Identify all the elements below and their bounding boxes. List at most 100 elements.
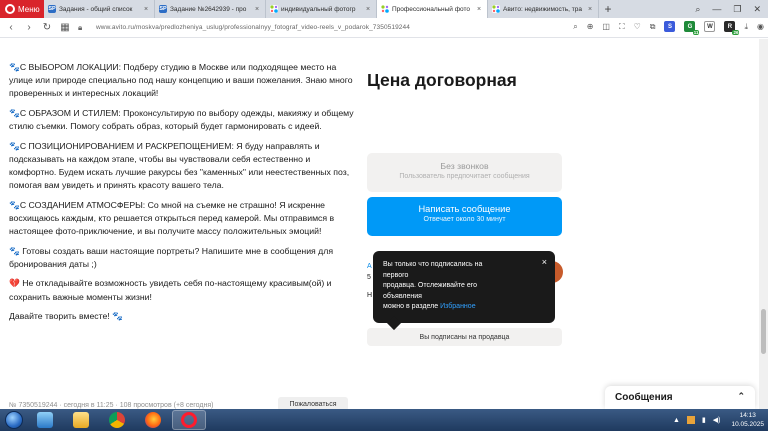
- new-tab-button[interactable]: +: [599, 0, 617, 18]
- description-paragraph: Давайте творить вместе! 🐾: [9, 311, 123, 322]
- camera-icon[interactable]: ◫: [602, 22, 610, 31]
- avito-icon: [492, 5, 500, 13]
- minimize-icon[interactable]: —: [712, 4, 721, 14]
- opera-icon: [181, 412, 197, 428]
- reload-icon[interactable]: ↻: [40, 22, 54, 33]
- taskbar-chrome[interactable]: [100, 410, 134, 430]
- zoom-icon[interactable]: ⊕: [587, 22, 594, 31]
- windows-taskbar: ▲ ▮ ◀) 14:13 10.05.2025: [0, 409, 768, 431]
- system-tray: ▲ ▮ ◀) 14:13 10.05.2025: [673, 409, 764, 431]
- heart-icon[interactable]: ♡: [634, 22, 641, 31]
- speed-dial-icon[interactable]: ▦: [58, 22, 72, 33]
- description-paragraph: 🐾С ВЫБОРОМ ЛОКАЦИИ: Подберу студию в Мос…: [9, 62, 353, 99]
- window-controls: ⌕ — ❐ ✕: [695, 0, 768, 18]
- tab-avito-home[interactable]: Авито: недвижимость, тра ×: [488, 0, 599, 18]
- tab-title: Авито: недвижимость, тра: [503, 5, 582, 13]
- messages-title: Сообщения: [615, 392, 673, 403]
- close-icon[interactable]: ×: [542, 257, 547, 268]
- sp-favicon-icon: SP: [48, 5, 56, 13]
- tab-close-icon[interactable]: ×: [144, 6, 150, 13]
- tooltip-text: можно в разделе: [383, 303, 441, 310]
- taskbar-folder[interactable]: [64, 410, 98, 430]
- description-paragraph: 🐾 Готовы создать ваши настоящие портреты…: [9, 245, 334, 269]
- wordstat-icon[interactable]: W: [704, 21, 716, 32]
- messages-panel[interactable]: Сообщения ⌃: [605, 386, 755, 409]
- download-icon[interactable]: ⤓: [744, 22, 748, 32]
- tooltip-line: продавца. Отслеживайте его: [383, 282, 478, 289]
- tab-close-icon[interactable]: ×: [477, 6, 483, 13]
- clock-time: 14:13: [739, 412, 756, 419]
- tab-tasks-list[interactable]: SP Задания - общий список ×: [44, 0, 155, 18]
- search-page-icon[interactable]: ⌕: [573, 22, 577, 32]
- page-content: 🐾С ВЫБОРОМ ЛОКАЦИИ: Подберу студию в Мос…: [0, 39, 768, 409]
- maximize-icon[interactable]: ❐: [733, 4, 741, 15]
- address-bar: ‹ › ↻ ▦ 🔒︎ www.avito.ru/moskva/predlozhe…: [0, 18, 768, 38]
- extension-badge: 11: [692, 30, 700, 35]
- tooltip-line: объявления: [383, 292, 422, 300]
- extension-badge-icon[interactable]: R 26: [724, 21, 740, 35]
- lock-icon[interactable]: 🔒︎: [78, 23, 88, 33]
- opera-logo-icon: [5, 4, 15, 14]
- write-message-title: Написать сообщение: [418, 204, 511, 214]
- tab-title: Профессиональный фото: [392, 5, 471, 13]
- avito-icon: [381, 5, 389, 13]
- taskbar-explorer[interactable]: [28, 410, 62, 430]
- opera-menu-button[interactable]: Меню: [0, 0, 44, 18]
- back-icon[interactable]: ‹: [4, 22, 18, 33]
- snapshot-icon[interactable]: ⧉: [650, 22, 656, 32]
- start-button[interactable]: [0, 409, 28, 431]
- favorites-link[interactable]: Избранное: [440, 303, 475, 310]
- windows-start-icon: [5, 411, 23, 429]
- taskbar-opera[interactable]: [172, 410, 206, 430]
- firefox-icon: [145, 412, 161, 428]
- chrome-icon: [109, 412, 125, 428]
- close-window-icon[interactable]: ✕: [753, 4, 761, 15]
- write-message-button[interactable]: Написать сообщение Отвечает около 30 мин…: [367, 197, 562, 236]
- page-scrollbar[interactable]: [759, 39, 768, 409]
- tab-close-icon[interactable]: ×: [366, 6, 372, 13]
- seller-name-peek[interactable]: А: [367, 263, 372, 270]
- tab-title: Задание №2642939 - про: [170, 5, 247, 13]
- volume-icon[interactable]: ◀): [713, 416, 721, 424]
- tab-avito-individual[interactable]: индивидуальный фотогр ×: [266, 0, 377, 18]
- price-label: Цена договорная: [367, 70, 517, 90]
- chevron-up-icon[interactable]: ⌃: [737, 391, 745, 402]
- description-paragraph: 🐾С ПОЗИЦИОНИРОВАНИЕМ И РАСКРЕПОЩЕНИЕМ: Я…: [9, 140, 350, 191]
- profile-icon[interactable]: ◉: [757, 22, 764, 31]
- scrollbar-thumb[interactable]: [761, 309, 766, 354]
- complain-button[interactable]: Пожаловаться: [278, 397, 348, 409]
- tooltip-line: первого: [383, 271, 409, 279]
- subscribed-button[interactable]: Вы подписаны на продавца: [367, 328, 562, 346]
- description-paragraph: 🐾С ОБРАЗОМ И СТИЛЕМ: Проконсультирую по …: [9, 107, 354, 132]
- listing-description: 🐾С ВЫБОРОМ ЛОКАЦИИ: Подберу студию в Мос…: [9, 61, 354, 330]
- tab-close-icon[interactable]: ×: [588, 6, 594, 13]
- tab-strip: Меню SP Задания - общий список × SP Зада…: [0, 0, 768, 18]
- menu-label: Меню: [18, 4, 40, 14]
- network-icon[interactable]: ▮: [702, 416, 706, 424]
- extension-badge-icon[interactable]: G 11: [684, 21, 700, 35]
- tooltip-line: Вы только что подписались на: [383, 261, 483, 268]
- subscription-tooltip: × Вы только что подписались на первого п…: [373, 251, 555, 323]
- show-hidden-icon[interactable]: ▲: [673, 417, 680, 424]
- seller-info-peek: Н: [367, 292, 373, 299]
- tab-close-icon[interactable]: ×: [255, 6, 261, 13]
- folder-icon: [73, 412, 89, 428]
- seller-rating-peek: 5: [367, 274, 371, 281]
- description-paragraph: 💔 Не откладывайте возможность увидеть се…: [9, 278, 332, 302]
- no-calls-button: Без звонков Пользователь предпочитает со…: [367, 153, 562, 192]
- explorer-icon: [37, 412, 53, 428]
- flag-icon[interactable]: [686, 416, 695, 424]
- taskbar-firefox[interactable]: [136, 410, 170, 430]
- taskbar-clock[interactable]: 14:13 10.05.2025: [731, 411, 764, 429]
- tab-title: Задания - общий список: [59, 5, 133, 13]
- vpn-icon[interactable]: ⛶: [619, 22, 625, 32]
- write-message-subtitle: Отвечает около 30 минут: [423, 216, 506, 223]
- extension-icon[interactable]: S: [664, 21, 676, 32]
- forward-icon[interactable]: ›: [22, 22, 36, 33]
- avito-icon: [270, 5, 278, 13]
- tab-search-icon[interactable]: ⌕: [695, 4, 700, 15]
- url-field[interactable]: www.avito.ru/moskva/predlozheniya_uslug/…: [96, 24, 410, 31]
- clock-date: 10.05.2025: [731, 421, 764, 428]
- tab-task-detail[interactable]: SP Задание №2642939 - про ×: [155, 0, 266, 18]
- tab-avito-professional[interactable]: Профессиональный фото ×: [377, 0, 488, 18]
